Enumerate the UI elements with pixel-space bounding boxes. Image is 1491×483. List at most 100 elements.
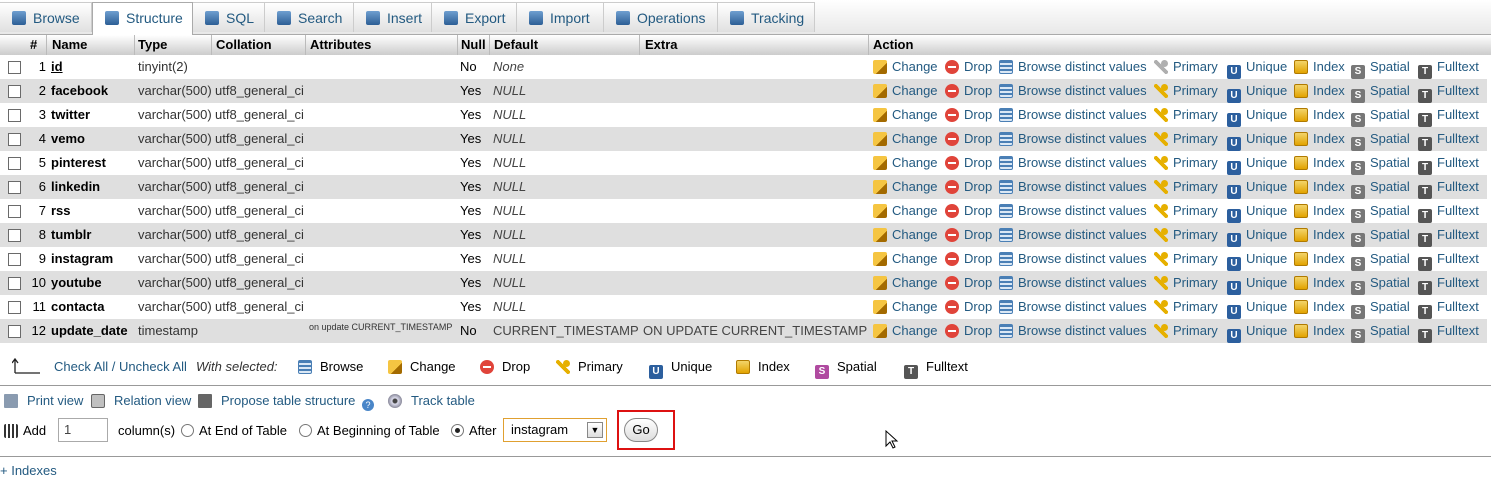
bulk-unique-button[interactable]: U Unique	[649, 355, 712, 379]
action-spatial-link[interactable]: S Spatial	[1351, 103, 1410, 127]
action-primary-link[interactable]: Primary	[1154, 223, 1218, 247]
action-fulltext-link[interactable]: T Fulltext	[1418, 79, 1479, 103]
column-name[interactable]: id	[51, 55, 63, 79]
action-primary-link[interactable]: Primary	[1154, 175, 1218, 199]
action-spatial-link[interactable]: S Spatial	[1351, 271, 1410, 295]
action-drop-link[interactable]: Drop	[945, 175, 992, 199]
action-unique-link[interactable]: U Unique	[1227, 55, 1287, 79]
action-browse-distinct-link[interactable]: Browse distinct values	[999, 295, 1147, 319]
action-change-link[interactable]: Change	[873, 175, 938, 199]
tab-search[interactable]: Search	[265, 2, 354, 32]
action-spatial-link[interactable]: S Spatial	[1351, 199, 1410, 223]
action-fulltext-link[interactable]: T Fulltext	[1418, 103, 1479, 127]
print-view-link[interactable]: Print view	[4, 390, 83, 412]
action-fulltext-link[interactable]: T Fulltext	[1418, 151, 1479, 175]
action-fulltext-link[interactable]: T Fulltext	[1418, 199, 1479, 223]
action-fulltext-link[interactable]: T Fulltext	[1418, 247, 1479, 271]
action-browse-distinct-link[interactable]: Browse distinct values	[999, 247, 1147, 271]
action-fulltext-link[interactable]: T Fulltext	[1418, 223, 1479, 247]
after-column-select[interactable]: instagram ▼	[503, 418, 607, 442]
action-browse-distinct-link[interactable]: Browse distinct values	[999, 271, 1147, 295]
action-index-link[interactable]: Index	[1294, 103, 1345, 127]
action-browse-distinct-link[interactable]: Browse distinct values	[999, 151, 1147, 175]
column-name[interactable]: contacta	[51, 295, 104, 319]
action-browse-distinct-link[interactable]: Browse distinct values	[999, 175, 1147, 199]
action-drop-link[interactable]: Drop	[945, 55, 992, 79]
action-change-link[interactable]: Change	[873, 223, 938, 247]
bulk-spatial-button[interactable]: S Spatial	[815, 355, 877, 379]
action-fulltext-link[interactable]: T Fulltext	[1418, 319, 1479, 343]
column-name[interactable]: youtube	[51, 271, 102, 295]
action-drop-link[interactable]: Drop	[945, 151, 992, 175]
bulk-fulltext-button[interactable]: T Fulltext	[904, 355, 968, 379]
action-primary-link[interactable]: Primary	[1154, 127, 1218, 151]
column-name[interactable]: update_date	[51, 319, 128, 343]
relation-view-link[interactable]: Relation view	[91, 390, 191, 412]
track-table-link[interactable]: Track table	[388, 390, 475, 412]
bulk-drop-button[interactable]: Drop	[480, 355, 530, 379]
action-index-link[interactable]: Index	[1294, 55, 1345, 79]
action-browse-distinct-link[interactable]: Browse distinct values	[999, 55, 1147, 79]
action-unique-link[interactable]: U Unique	[1227, 271, 1287, 295]
bulk-browse-button[interactable]: Browse	[298, 355, 363, 379]
action-primary-link[interactable]: Primary	[1154, 247, 1218, 271]
action-spatial-link[interactable]: S Spatial	[1351, 223, 1410, 247]
action-spatial-link[interactable]: S Spatial	[1351, 127, 1410, 151]
column-name[interactable]: tumblr	[51, 223, 91, 247]
action-browse-distinct-link[interactable]: Browse distinct values	[999, 223, 1147, 247]
action-index-link[interactable]: Index	[1294, 151, 1345, 175]
column-name[interactable]: instagram	[51, 247, 113, 271]
column-name[interactable]: linkedin	[51, 175, 100, 199]
action-unique-link[interactable]: U Unique	[1227, 199, 1287, 223]
action-unique-link[interactable]: U Unique	[1227, 223, 1287, 247]
action-index-link[interactable]: Index	[1294, 247, 1345, 271]
propose-structure-link[interactable]: Propose table structure ?	[198, 390, 379, 412]
tab-operations[interactable]: Operations	[604, 2, 718, 32]
action-spatial-link[interactable]: S Spatial	[1351, 55, 1410, 79]
action-unique-link[interactable]: U Unique	[1227, 127, 1287, 151]
action-unique-link[interactable]: U Unique	[1227, 79, 1287, 103]
action-primary-link[interactable]: Primary	[1154, 319, 1218, 343]
column-name[interactable]: pinterest	[51, 151, 106, 175]
tab-browse[interactable]: Browse	[0, 2, 92, 32]
action-fulltext-link[interactable]: T Fulltext	[1418, 175, 1479, 199]
action-spatial-link[interactable]: S Spatial	[1351, 151, 1410, 175]
action-index-link[interactable]: Index	[1294, 271, 1345, 295]
column-count-input[interactable]: 1	[58, 418, 108, 442]
action-fulltext-link[interactable]: T Fulltext	[1418, 295, 1479, 319]
check-all-link[interactable]: Check All / Uncheck All	[54, 355, 187, 379]
tab-structure[interactable]: Structure	[92, 2, 193, 35]
bulk-index-button[interactable]: Index	[736, 355, 790, 379]
tab-insert[interactable]: Insert	[354, 2, 432, 32]
action-spatial-link[interactable]: S Spatial	[1351, 79, 1410, 103]
action-index-link[interactable]: Index	[1294, 295, 1345, 319]
action-spatial-link[interactable]: S Spatial	[1351, 319, 1410, 343]
action-browse-distinct-link[interactable]: Browse distinct values	[999, 319, 1147, 343]
go-button[interactable]: Go	[624, 418, 658, 442]
action-primary-link[interactable]: Primary	[1154, 295, 1218, 319]
action-index-link[interactable]: Index	[1294, 199, 1345, 223]
action-drop-link[interactable]: Drop	[945, 127, 992, 151]
action-drop-link[interactable]: Drop	[945, 295, 992, 319]
action-drop-link[interactable]: Drop	[945, 79, 992, 103]
action-change-link[interactable]: Change	[873, 247, 938, 271]
action-spatial-link[interactable]: S Spatial	[1351, 175, 1410, 199]
action-index-link[interactable]: Index	[1294, 223, 1345, 247]
action-drop-link[interactable]: Drop	[945, 103, 992, 127]
after-radio[interactable]: After	[451, 420, 496, 442]
action-browse-distinct-link[interactable]: Browse distinct values	[999, 127, 1147, 151]
tab-sql[interactable]: SQL	[193, 2, 265, 32]
action-primary-link[interactable]: Primary	[1154, 151, 1218, 175]
action-unique-link[interactable]: U Unique	[1227, 319, 1287, 343]
action-index-link[interactable]: Index	[1294, 79, 1345, 103]
action-drop-link[interactable]: Drop	[945, 319, 992, 343]
tab-import[interactable]: Import	[517, 2, 604, 32]
action-index-link[interactable]: Index	[1294, 127, 1345, 151]
action-browse-distinct-link[interactable]: Browse distinct values	[999, 103, 1147, 127]
action-fulltext-link[interactable]: T Fulltext	[1418, 55, 1479, 79]
action-primary-link[interactable]: Primary	[1154, 103, 1218, 127]
action-index-link[interactable]: Index	[1294, 319, 1345, 343]
action-fulltext-link[interactable]: T Fulltext	[1418, 127, 1479, 151]
action-drop-link[interactable]: Drop	[945, 199, 992, 223]
column-name[interactable]: twitter	[51, 103, 90, 127]
